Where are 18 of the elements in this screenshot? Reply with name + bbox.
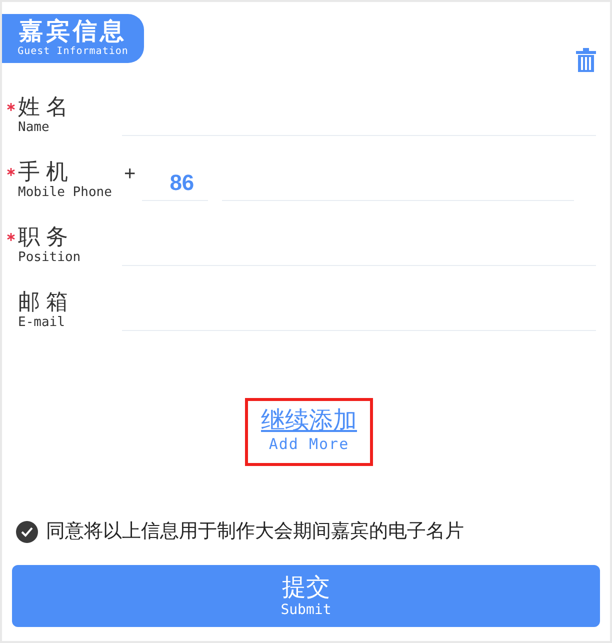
header-subtitle: Guest Information [18,45,128,58]
header-title: 嘉宾信息 [19,19,127,45]
consent-checkbox[interactable] [16,521,38,544]
field-label: 姓 名 [18,94,70,120]
field-label-english: Position [18,250,82,266]
field-label: 职 务 [18,224,70,250]
field-label-english: E-mail [18,315,66,331]
plus-sign: + [124,162,136,187]
field-label: 邮 箱 [18,289,70,315]
add-more-link[interactable]: 继续添加 Add More [245,398,373,466]
field-label: 手 机 [18,159,70,185]
consent-text: 同意将以上信息用于制作大会期间嘉宾的电子名片 [46,520,464,544]
field-label-english: Mobile Phone [18,185,113,201]
field-label-english: Name [18,120,50,136]
checkmark-icon [20,525,34,540]
delete-icon[interactable] [576,48,596,72]
submit-button[interactable]: 提交 Submit [12,564,600,626]
country-code-field[interactable]: 86 [142,165,208,201]
